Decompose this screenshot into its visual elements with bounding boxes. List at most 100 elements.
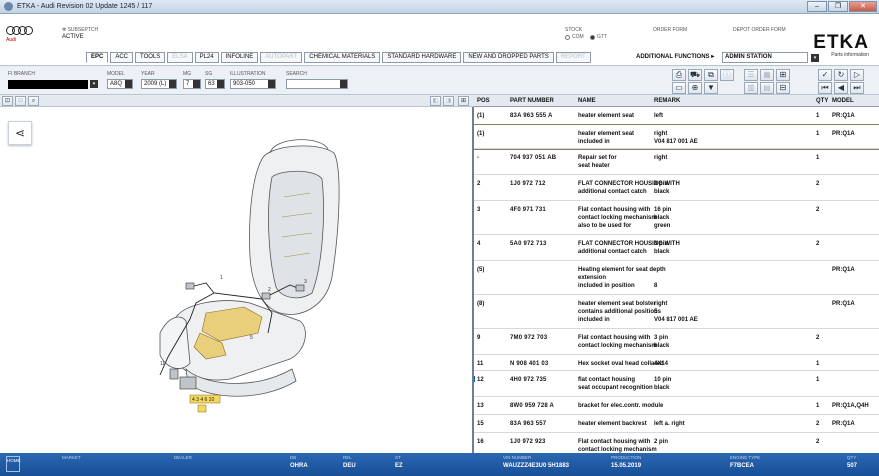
tab-infoline[interactable]: INFOLINE [220,52,259,63]
list-icon[interactable]: ☰ [744,69,758,81]
station-dropdown-icon[interactable]: ▾ [811,54,819,62]
col-remark[interactable]: REMARK [654,98,680,104]
tab-report[interactable]: REPORT [555,52,591,63]
tab-elsa[interactable]: ELSA [167,52,193,63]
callout-label: 1 [220,275,223,281]
table-row[interactable]: - 704 937 051 AB Repair set for seat heate… [474,149,879,175]
filter-icon[interactable]: ▼ [704,82,718,94]
minimize-button[interactable]: – [807,1,827,12]
window-controls: – ❐ ✕ [807,1,877,12]
sg-select[interactable]: 63 [205,79,225,89]
parts-table-header: POS PART NUMBER NAME REMARK QTY MODEL [474,96,879,107]
row-marker-icon [474,376,475,382]
status-value: 507 [847,463,858,469]
zoom-icon[interactable]: ⊕ [688,82,702,94]
table-row[interactable]: 9 7M0 972 703 Flat contact housing with co… [474,329,879,355]
close-button[interactable]: ✕ [849,1,877,12]
rows-icon[interactable]: ▤ [760,82,774,94]
magnifier-icon[interactable]: ⌕ [28,96,39,106]
table-row[interactable]: 15 83A 963 557 heater element backrest left… [474,415,879,433]
zoom-fit-icon[interactable]: ⊡ [2,96,13,106]
col-name[interactable]: NAME [578,98,596,104]
split-right-icon[interactable]: ◨ [443,96,454,106]
fi-label: FI BRANCH [8,71,35,77]
tab-chemical-materials[interactable]: CHEMICAL MATERIALS [304,52,381,63]
year-label: YEAR [141,71,155,77]
cell-qty: 1 [816,377,820,383]
cell-pos: 9 [477,335,481,341]
radio-com[interactable]: COM [565,34,584,40]
grid-icon[interactable]: ▦ [760,69,774,81]
cell-qty: 1 [816,361,820,367]
zoom-out-icon[interactable]: ⊟ [15,96,26,106]
illustration-pane[interactable]: ⋖ 1 2 3 5 11 4 3 4 6 10 [0,107,474,453]
tab-autopart[interactable]: AUTOPART [260,52,303,63]
additional-functions-menu[interactable]: ADDITIONAL FUNCTIONS ▸ [636,53,714,60]
next-icon[interactable]: ▷ [850,69,864,81]
search-input[interactable] [286,79,348,89]
tab-standard-hardware[interactable]: STANDARD HARDWARE [382,52,462,63]
tab-pl24[interactable]: PL24 [194,52,219,63]
prev-page-icon[interactable]: ◀ [834,82,848,94]
cell-name: heater element seat included in [578,131,635,145]
table-row[interactable]: 2 1J0 972 712 FLAT CONNECTOR HOUSING WITH … [474,175,879,201]
col-model[interactable]: MODEL [832,98,854,104]
tab-tools[interactable]: TOOLS [135,52,166,63]
col-part-number[interactable]: PART NUMBER [510,98,554,104]
cell-part-number: 1J0 972 923 [510,439,546,445]
table-row[interactable]: (1) 83A 963 555 A heater element seat left 1… [474,107,879,125]
first-page-icon[interactable]: ⏮ [818,82,832,94]
print-icon[interactable]: ⎙ [672,69,686,81]
fi-dropdown-icon[interactable]: ▾ [90,80,98,88]
cell-part-number: 7M0 972 703 [510,335,548,341]
table-row[interactable]: 13 8W0 959 728 A bracket for elec.contr. m… [474,397,879,415]
callout-box-label: 4 3 4 6 10 [192,397,214,403]
radio-gtt[interactable]: GTT [590,34,607,40]
cart-icon[interactable]: ⛟ [688,69,702,81]
col-qty[interactable]: QTY [816,98,828,104]
cell-remark: right [654,155,668,161]
status-label: REL [343,455,352,460]
copy-icon[interactable]: ⧉ [704,69,718,81]
layout-icon[interactable]: ⊟ [776,82,790,94]
columns-icon[interactable]: ▥ [744,82,758,94]
vehicle-selection-bar: FI BRANCH ▾ MODEL A8Q YEAR 2009 (L) MG 7… [0,67,879,95]
year-select[interactable]: 2009 (L) [141,79,177,89]
cell-model: PR:Q1A [832,113,855,119]
cell-part-number: 5A0 972 713 [510,241,547,247]
pin-icon[interactable]: ✓ [818,69,832,81]
table-icon[interactable]: ⊞ [776,69,790,81]
cell-qty: 2 [816,421,820,427]
cell-model: PR:Q1A [832,301,855,307]
order-form-label[interactable]: ORDER FORM [653,27,687,33]
table-row[interactable]: 3 4F0 971 731 Flat contact housing with co… [474,201,879,235]
cell-qty: 2 [816,241,820,247]
maximize-button[interactable]: ❐ [828,1,848,12]
cell-remark: 3 pin black [654,241,670,255]
info-icon[interactable]: ⓘ [720,69,734,81]
split-left-icon[interactable]: ◧ [430,96,441,106]
table-row[interactable]: (8) heater element seat bolster contains … [474,295,879,329]
split-both-icon[interactable]: ⊞ [458,96,469,106]
image-icon[interactable]: ▭ [672,82,686,94]
table-row[interactable]: (5) Heating element for seat depth extens… [474,261,879,295]
refresh-icon[interactable]: ↻ [834,69,848,81]
cell-qty: 1 [816,131,820,137]
depot-order-label[interactable]: DEPOT ORDER FORM [733,27,786,33]
col-pos[interactable]: POS [477,98,490,104]
illustration-select[interactable]: 903-050 [230,79,276,89]
table-row[interactable]: 12 4H0 972 735 flat contact housing seat o… [474,371,879,397]
table-row[interactable]: 16 1J0 972 923 Flat contact housing with c… [474,433,879,453]
table-row[interactable]: (1) heater element seat included in right … [474,124,879,150]
callout-label: 5 [250,335,253,341]
station-select[interactable]: ADMIN STATION [722,52,808,63]
table-row[interactable]: 4 5A0 972 713 FLAT CONNECTOR HOUSING WITH … [474,235,879,261]
tab-acc[interactable]: ACC [110,52,134,63]
mg-select[interactable]: 7 [183,79,201,89]
model-select[interactable]: A8Q [107,79,133,89]
table-row[interactable]: 11 N 908 401 03 Hex socket oval head colla… [474,355,879,371]
home-button[interactable]: HOME [6,456,21,472]
tab-new-and-dropped-parts[interactable]: NEW AND DROPPED PARTS [463,52,554,63]
tab-epc[interactable]: EPC [86,52,109,63]
last-page-icon[interactable]: ⏭ [850,82,864,94]
